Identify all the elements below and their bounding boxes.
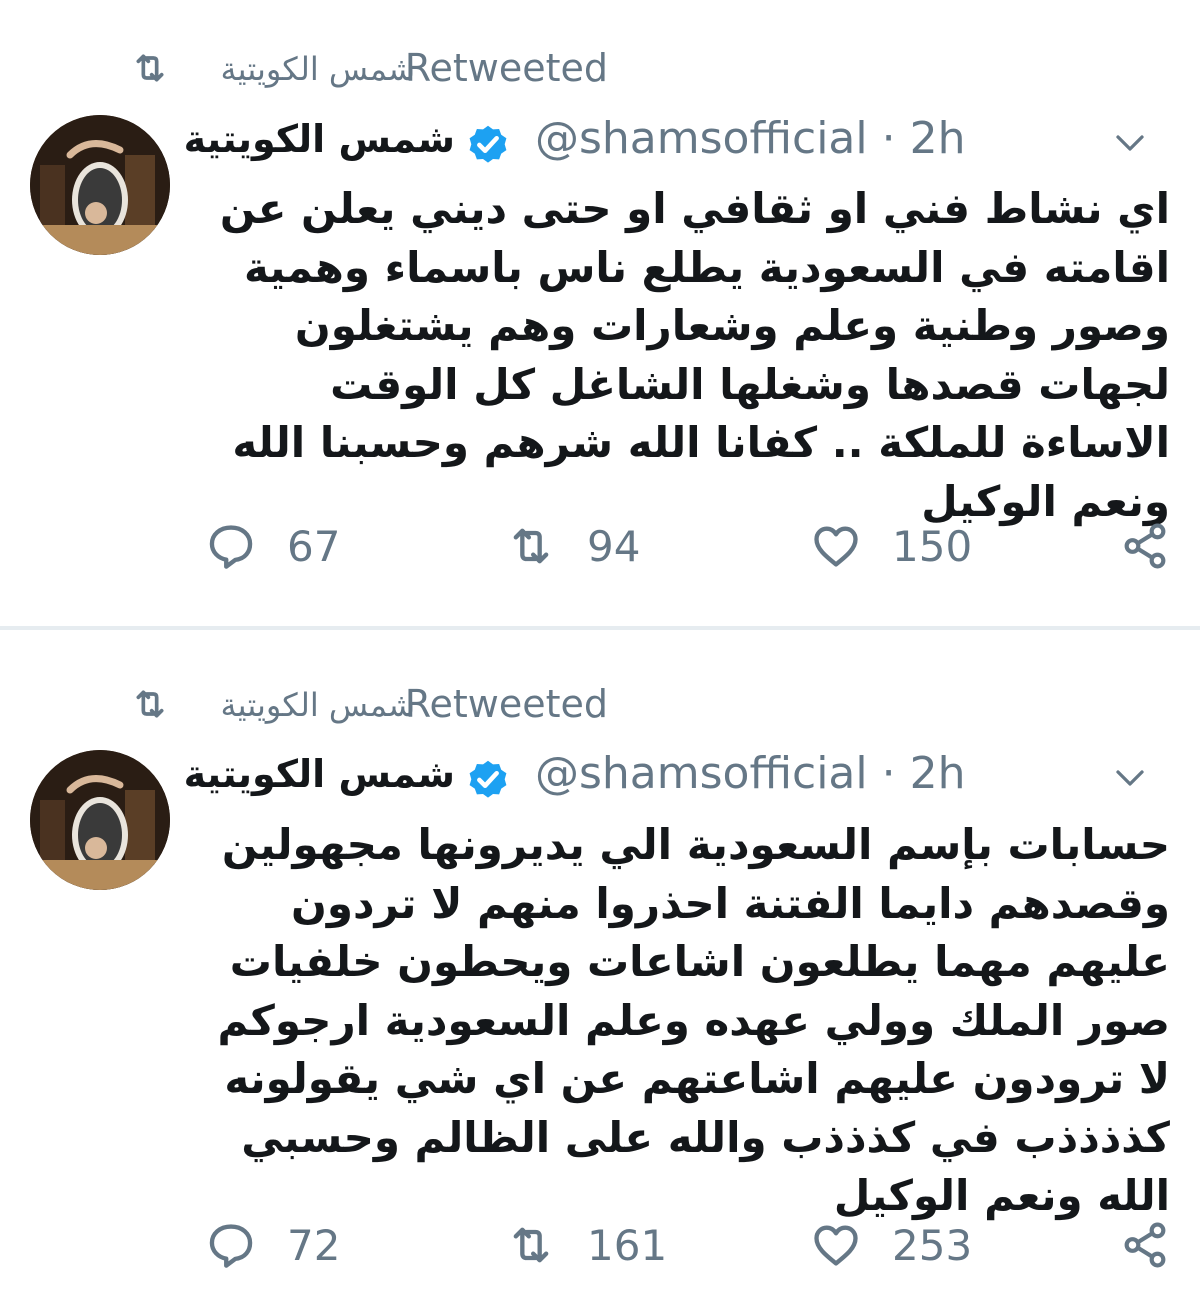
avatar[interactable] xyxy=(30,115,170,255)
retweet-icon xyxy=(136,690,164,718)
retweet-icon xyxy=(513,528,549,564)
tweet-actions: 72 161 253 xyxy=(200,1215,1170,1275)
avatar[interactable] xyxy=(30,750,170,890)
tweet[interactable]: شمس الكويتية Retweeted شمس الكويتية @sha… xyxy=(0,630,1200,1310)
heart-icon xyxy=(814,526,858,567)
share-icon xyxy=(1124,523,1166,569)
retweeted-label: Retweeted xyxy=(404,682,608,726)
separator: · xyxy=(881,113,896,164)
timestamp[interactable]: 2h xyxy=(910,748,966,799)
tweet-text: حسابات بإسم السعودية الي يديرونها مجهولي… xyxy=(217,820,1170,1220)
retweeted-label: Retweeted xyxy=(404,46,608,90)
like-button[interactable]: 253 xyxy=(810,1215,972,1275)
retweet-count: 94 xyxy=(587,521,641,571)
verified-badge-icon xyxy=(469,760,507,798)
retweet-button[interactable]: 161 xyxy=(505,1215,667,1275)
retweet-button[interactable]: 94 xyxy=(505,516,640,576)
retweeted-indicator: شمس الكويتية Retweeted xyxy=(0,680,1200,730)
reply-button[interactable]: 72 xyxy=(205,1215,340,1275)
verified-badge-icon xyxy=(469,125,507,163)
handle-and-time[interactable]: @shamsofficial · 2h xyxy=(535,748,966,799)
tweet-text: اي نشاط فني او ثقافي او حتى ديني يعلن عن… xyxy=(219,184,1170,526)
timestamp[interactable]: 2h xyxy=(910,113,966,164)
like-count: 253 xyxy=(892,1220,973,1270)
share-icon xyxy=(1124,1222,1166,1268)
tweet[interactable]: شمس الكويتية Retweeted شمس الكويتية @sha… xyxy=(0,0,1200,626)
display-name[interactable]: شمس الكويتية xyxy=(184,117,455,161)
retweeter-name[interactable]: شمس الكويتية xyxy=(205,50,416,88)
handle[interactable]: @shamsofficial xyxy=(535,113,868,164)
handle[interactable]: @shamsofficial xyxy=(535,748,868,799)
share-button[interactable] xyxy=(1120,1215,1170,1275)
retweet-count: 161 xyxy=(587,1220,668,1270)
chevron-down-icon[interactable] xyxy=(1112,125,1148,161)
retweet-icon xyxy=(136,54,164,82)
like-count: 150 xyxy=(892,521,973,571)
heart-icon xyxy=(814,1225,858,1266)
like-button[interactable]: 150 xyxy=(810,516,972,576)
retweet-icon xyxy=(513,1227,549,1263)
handle-and-time[interactable]: @shamsofficial · 2h xyxy=(535,113,966,164)
reply-button[interactable]: 67 xyxy=(205,516,340,576)
tweet-actions: 67 94 150 xyxy=(200,516,1170,576)
separator: · xyxy=(881,748,896,799)
chevron-down-icon[interactable] xyxy=(1112,760,1148,796)
share-button[interactable] xyxy=(1120,516,1170,576)
reply-count: 72 xyxy=(287,1220,341,1270)
retweeted-indicator: شمس الكويتية Retweeted xyxy=(0,44,1200,94)
reply-icon xyxy=(209,525,253,569)
display-name[interactable]: شمس الكويتية xyxy=(184,752,455,796)
reply-count: 67 xyxy=(287,521,341,571)
retweeter-name[interactable]: شمس الكويتية xyxy=(205,686,416,724)
reply-icon xyxy=(209,1224,253,1268)
